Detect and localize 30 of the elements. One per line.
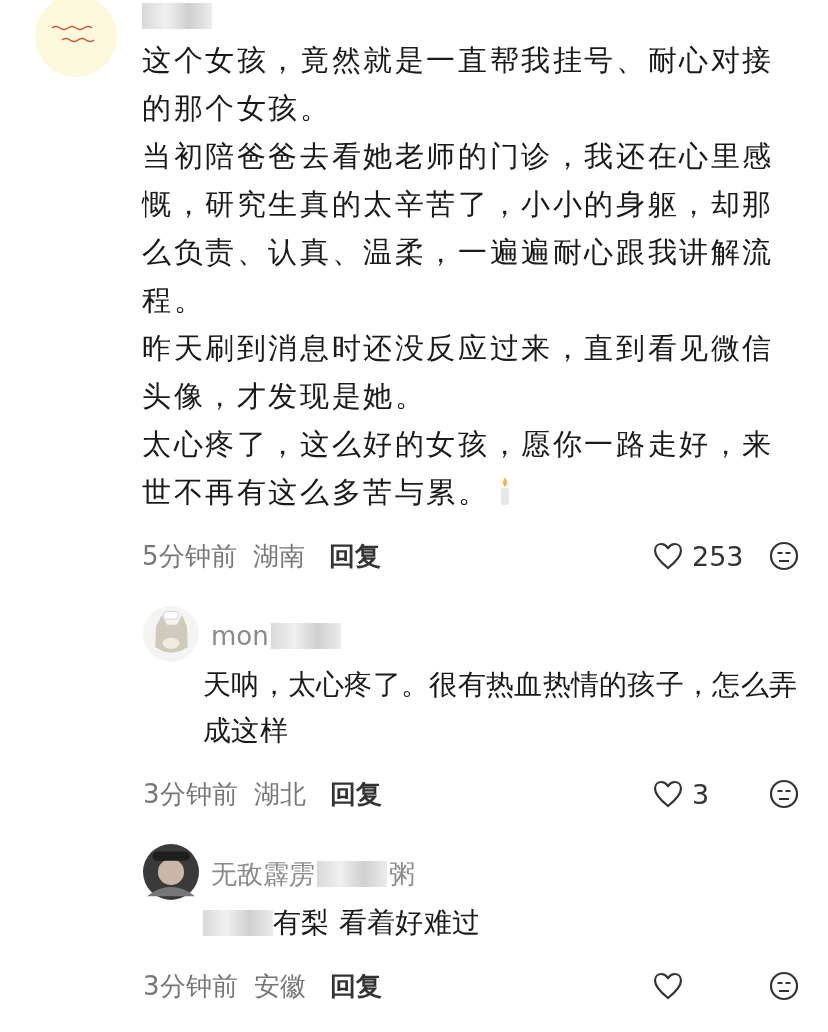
like-count: 3	[692, 778, 710, 810]
dislike-face-icon[interactable]	[768, 778, 800, 810]
dislike-face-icon[interactable]	[768, 540, 800, 572]
user-name: 无敌霹雳	[211, 857, 315, 891]
comment-location: 湖北	[253, 777, 306, 811]
reply-link[interactable]: 回复	[320, 538, 381, 574]
like-count: 253	[692, 540, 744, 572]
user-name: 粥	[389, 857, 415, 891]
comment-text: 这个女孩，竟然就是一直帮我挂号、耐心对接的那个女孩。	[142, 42, 775, 127]
reply-text: 天呐，太心疼了。很有热血热情的孩子，怎么弄成这样	[203, 667, 799, 749]
user-name: mon	[211, 621, 269, 651]
heart-icon[interactable]	[652, 778, 684, 810]
heart-icon[interactable]	[652, 970, 684, 1002]
blurred-name	[317, 861, 387, 887]
comment-time: 5分钟前	[142, 539, 237, 573]
blurred-name	[270, 623, 341, 649]
blurred-text	[203, 910, 273, 936]
blurred-name	[142, 3, 212, 29]
dislike-face-icon[interactable]	[768, 970, 800, 1002]
reply-link[interactable]: 回复	[321, 776, 382, 812]
comment-time: 3分钟前	[143, 969, 238, 1003]
comment-text: 昨天刷到消息时还没反应过来，直到看见微信头像，才发现是她。	[142, 330, 775, 415]
comment-text: 当初陪爸爸去看她老师的门诊，我还在心里感慨，研究生真的太辛苦了，小小的身躯，却那么负责、认真、温柔，一遍遍耐心跟我讲解流程。	[142, 138, 775, 319]
heart-icon[interactable]	[652, 540, 684, 572]
comment-text: 太心疼了，这么好的女孩，愿你一路走好，来世不再有这么多苦与累。	[142, 426, 775, 511]
comment-location: 湖南	[252, 539, 305, 573]
reply-text: 有梨 看着好难过	[273, 905, 481, 941]
comment-time: 3分钟前	[143, 777, 238, 811]
comment-location: 安徽	[253, 969, 306, 1003]
reply-link[interactable]: 回复	[321, 968, 382, 1004]
